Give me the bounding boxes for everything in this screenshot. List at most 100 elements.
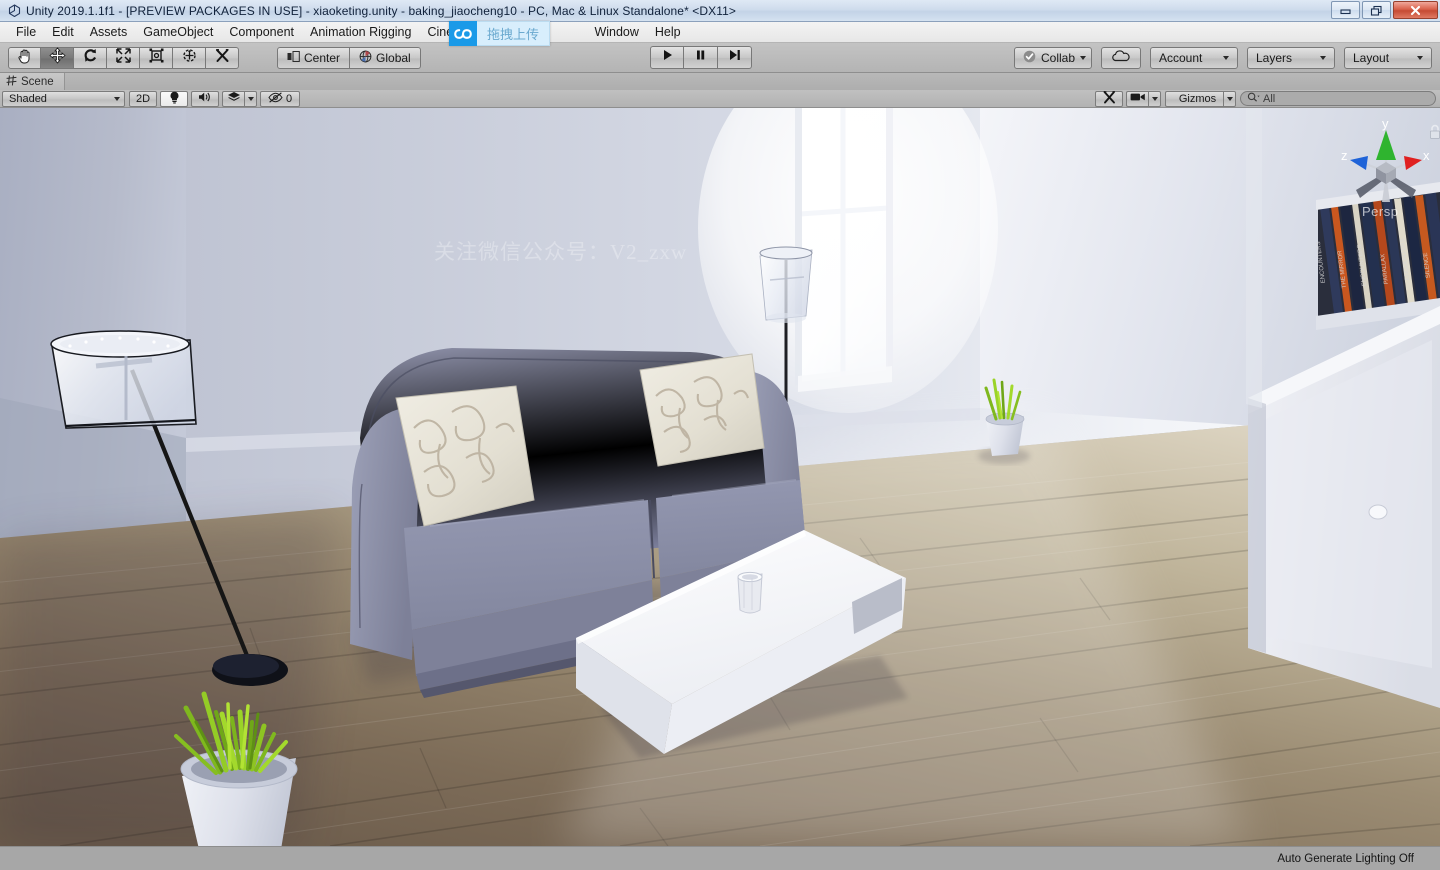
play-icon bbox=[660, 48, 675, 67]
hidden-objects-button[interactable]: 0 bbox=[260, 90, 300, 107]
cabinet-knob bbox=[1368, 504, 1388, 520]
scene-search-value[interactable]: All bbox=[1263, 93, 1275, 105]
pivot-center-icon bbox=[287, 50, 300, 65]
menu-file[interactable]: File bbox=[8, 23, 44, 41]
gizmo-projection-label[interactable]: Persp bbox=[1362, 204, 1398, 219]
lightbulb-icon bbox=[169, 91, 180, 107]
scene-camera-dropdown[interactable] bbox=[1148, 90, 1161, 107]
pivot-mode-label: Center bbox=[304, 50, 341, 65]
cushion-right bbox=[639, 353, 765, 467]
gizmos-label: Gizmos bbox=[1178, 92, 1217, 105]
scene-effects-dropdown[interactable] bbox=[244, 90, 257, 107]
chevron-down-icon[interactable] bbox=[1223, 55, 1229, 60]
play-button[interactable] bbox=[650, 46, 684, 69]
layers-button[interactable]: Layers bbox=[1247, 46, 1335, 69]
speaker-icon bbox=[198, 91, 212, 106]
chevron-down-icon[interactable] bbox=[114, 96, 120, 101]
scale-tool-button[interactable] bbox=[107, 46, 140, 69]
playback-controls bbox=[650, 46, 752, 69]
hand-tool-button[interactable] bbox=[8, 46, 41, 69]
restore-button[interactable] bbox=[1362, 1, 1391, 19]
scene-audio-toggle[interactable] bbox=[191, 90, 219, 107]
transform-tool-button[interactable] bbox=[173, 46, 206, 69]
unity-editor-window: Unity 2019.1.1f1 - [PREVIEW PACKAGES IN … bbox=[0, 0, 1440, 870]
layout-button[interactable]: Layout bbox=[1344, 46, 1432, 69]
chevron-down-icon[interactable] bbox=[247, 96, 254, 101]
collab-check-icon bbox=[1023, 50, 1036, 66]
pivot-rotation-button[interactable]: Global bbox=[350, 46, 421, 69]
scene-lighting-toggle[interactable] bbox=[160, 90, 188, 107]
collab-button[interactable]: Collab bbox=[1014, 46, 1092, 69]
cup bbox=[737, 571, 763, 614]
cloud-icon bbox=[1111, 49, 1131, 66]
layout-label: Layout bbox=[1353, 50, 1390, 65]
window-title: Unity 2019.1.1f1 - [PREVIEW PACKAGES IN … bbox=[26, 3, 737, 18]
menu-component[interactable]: Component bbox=[221, 23, 302, 41]
window-controls bbox=[1331, 1, 1438, 19]
pivot-mode-button[interactable]: Center bbox=[277, 46, 351, 69]
rect-tool-button[interactable] bbox=[140, 46, 173, 69]
custom-editor-tool-button[interactable] bbox=[206, 46, 239, 69]
menu-window[interactable]: Window bbox=[586, 23, 646, 41]
scene-toolbar-right: Gizmos All bbox=[1095, 90, 1436, 107]
toolbar-right-group: Collab Account Layers Layout bbox=[1014, 46, 1432, 69]
move-tool-button[interactable] bbox=[41, 46, 74, 69]
drag-upload-widget[interactable]: 拖拽上传 bbox=[449, 21, 551, 46]
minimize-button[interactable] bbox=[1331, 1, 1360, 19]
menu-gameobject[interactable]: GameObject bbox=[135, 23, 221, 41]
rotate-tool-button[interactable] bbox=[74, 46, 107, 69]
chevron-down-icon[interactable] bbox=[1320, 55, 1326, 60]
scene-view-toolbar: Shaded 2D 0 Gizmos All bbox=[0, 90, 1440, 108]
pause-button[interactable] bbox=[684, 46, 718, 69]
lampshade-right bbox=[759, 249, 813, 321]
account-label: Account bbox=[1159, 50, 1203, 65]
gizmos-dropdown[interactable] bbox=[1223, 90, 1236, 107]
draw-mode-dropdown[interactable]: Shaded bbox=[2, 90, 125, 107]
step-button[interactable] bbox=[718, 46, 752, 69]
draw-mode-label: Shaded bbox=[9, 92, 47, 105]
chevron-down-icon[interactable] bbox=[1226, 96, 1233, 101]
status-message: Auto Generate Lighting Off bbox=[1277, 852, 1414, 865]
menu-animation-rigging[interactable]: Animation Rigging bbox=[302, 23, 419, 41]
pause-icon bbox=[693, 48, 708, 67]
scene-effects-toggle[interactable] bbox=[222, 90, 244, 107]
step-icon bbox=[727, 48, 742, 67]
gizmos-button[interactable]: Gizmos bbox=[1165, 90, 1223, 107]
wrench-hammer-icon bbox=[214, 47, 231, 69]
tab-scene-label: Scene bbox=[21, 75, 54, 88]
scale-icon bbox=[115, 47, 132, 69]
menu-bar: File Edit Assets GameObject Component An… bbox=[0, 22, 1440, 43]
scene-viewport[interactable]: ENCOUNTERS THE MIRROR ENCOUNTERS PARALLA… bbox=[0, 108, 1440, 846]
close-button[interactable] bbox=[1393, 1, 1438, 19]
search-icon bbox=[1247, 92, 1260, 106]
scene-search-field[interactable]: All bbox=[1240, 91, 1436, 106]
panel-tab-bar: Scene bbox=[0, 73, 1440, 90]
chevron-down-icon[interactable] bbox=[1151, 96, 1158, 101]
menu-assets[interactable]: Assets bbox=[82, 23, 136, 41]
rotate-icon bbox=[82, 47, 99, 69]
scene-render: ENCOUNTERS THE MIRROR ENCOUNTERS PARALLA… bbox=[0, 108, 1440, 846]
gizmo-axis-z-label: z bbox=[1341, 148, 1348, 163]
right-wall-edge bbox=[1246, 108, 1262, 408]
transform-icon bbox=[181, 47, 198, 69]
scene-view-gizmo[interactable]: y x z Persp bbox=[1338, 116, 1440, 226]
rect-transform-icon bbox=[148, 47, 165, 69]
scene-camera-button[interactable] bbox=[1126, 90, 1148, 107]
layers-label: Layers bbox=[1256, 50, 1293, 65]
toggle-2d-button[interactable]: 2D bbox=[129, 90, 157, 107]
globe-icon bbox=[359, 50, 372, 66]
menu-edit[interactable]: Edit bbox=[44, 23, 82, 41]
chevron-down-icon[interactable] bbox=[1080, 55, 1087, 60]
account-button[interactable]: Account bbox=[1150, 46, 1238, 69]
gizmo-axis-y-label: y bbox=[1382, 116, 1389, 131]
tab-scene[interactable]: Scene bbox=[0, 73, 65, 90]
hidden-objects-count: 0 bbox=[285, 92, 293, 105]
menu-help[interactable]: Help bbox=[647, 23, 689, 41]
drag-upload-label[interactable]: 拖拽上传 bbox=[477, 21, 551, 46]
cloud-services-button[interactable] bbox=[1101, 46, 1141, 69]
cloud-upload-infinity-icon[interactable] bbox=[449, 21, 477, 46]
effects-layers-icon bbox=[227, 91, 241, 106]
scene-tools-button[interactable] bbox=[1095, 90, 1123, 107]
chevron-down-icon[interactable] bbox=[1417, 55, 1423, 60]
transform-tools-group bbox=[8, 46, 239, 69]
